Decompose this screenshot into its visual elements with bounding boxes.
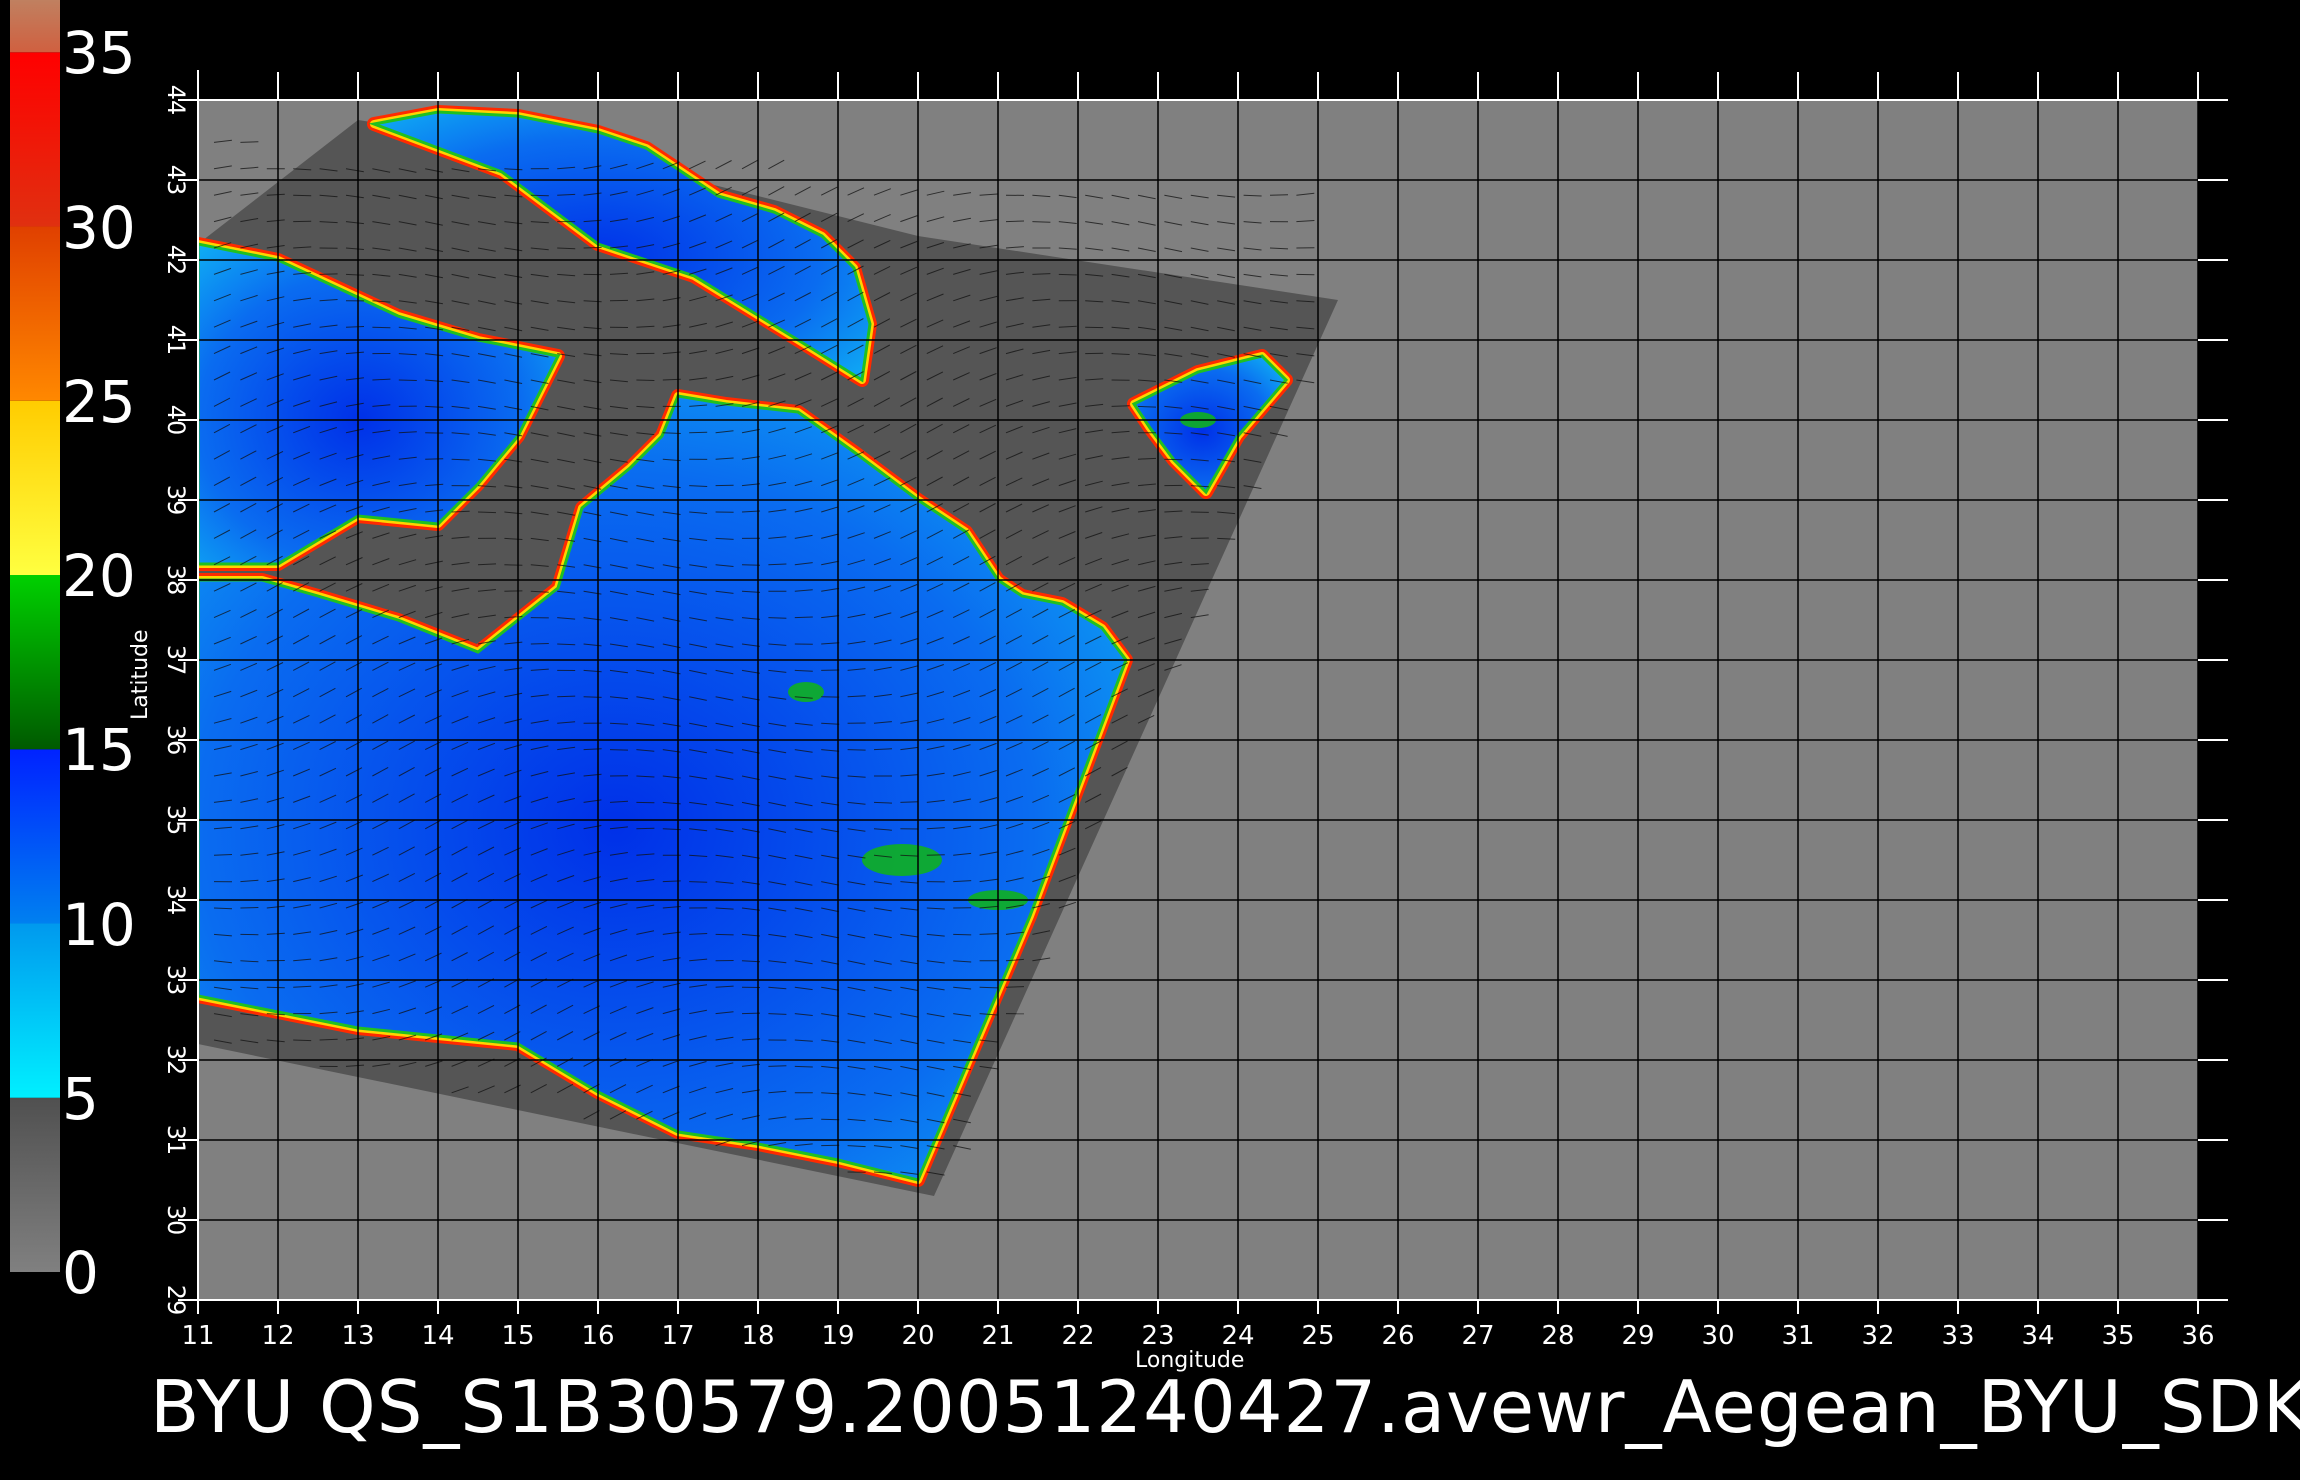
wind-vector (1111, 405, 1130, 407)
wind-vector (557, 695, 576, 698)
wind-vector (213, 854, 233, 856)
x-tick-label: 24 (1221, 1321, 1254, 1351)
y-tick-label: 39 (162, 485, 190, 516)
wind-vector (583, 696, 602, 698)
wind-vector (557, 247, 576, 250)
x-tick-label: 34 (2021, 1321, 2054, 1351)
high-wind-patch (788, 682, 824, 702)
wind-vector (636, 827, 655, 830)
x-tick-label: 14 (421, 1321, 454, 1351)
wind-map: 11 12 13 14 15 16 17 18 19 20 21 22 23 24 25 26 27 28 29 30… (162, 70, 2228, 1351)
wind-vector (372, 326, 391, 329)
wind-vector (530, 194, 549, 197)
wind-vector (873, 801, 893, 804)
wind-vector (1058, 273, 1077, 276)
wind-vector (293, 1039, 312, 1042)
wind-vector (1164, 458, 1183, 461)
wind-vector (768, 1065, 787, 1067)
x-tick-label: 28 (1541, 1321, 1574, 1351)
wind-vector (1005, 220, 1025, 223)
wind-vector (266, 986, 285, 989)
y-tick-label: 34 (162, 885, 190, 916)
y-tick-label: 31 (162, 1125, 190, 1156)
wind-vector (794, 616, 813, 619)
wind-vector (768, 617, 787, 619)
wind-vector (240, 141, 259, 143)
wind-vector (689, 431, 708, 434)
y-tick-label: 35 (162, 805, 190, 836)
x-tick-label: 16 (581, 1321, 614, 1351)
x-tick-label: 30 (1701, 1321, 1734, 1351)
x-tick-label: 15 (501, 1321, 534, 1351)
high-wind-patch (862, 844, 942, 876)
x-tick-label: 35 (2101, 1321, 2134, 1351)
y-tick-label: 43 (162, 165, 190, 196)
y-tick-label: 33 (162, 965, 190, 996)
x-tick-label: 22 (1061, 1321, 1094, 1351)
wind-vector (689, 881, 708, 883)
x-tick-label: 26 (1381, 1321, 1414, 1351)
y-axis-title: Latitude (128, 629, 153, 720)
wind-vector (953, 933, 972, 936)
y-tick-label: 38 (162, 565, 190, 596)
wind-vector (240, 907, 259, 909)
wind-vector (398, 379, 417, 381)
x-tick-label: 17 (661, 1321, 694, 1351)
x-tick-label: 12 (261, 1321, 294, 1351)
wind-vector (504, 564, 523, 566)
y-tick-label: 42 (162, 245, 190, 276)
x-tick-label: 23 (1141, 1321, 1174, 1351)
x-tick-label: 18 (741, 1321, 774, 1351)
wind-vector (1269, 194, 1289, 196)
x-tick-label: 21 (981, 1321, 1014, 1351)
wind-vector (319, 273, 338, 275)
x-tick-label: 32 (1861, 1321, 1894, 1351)
x-tick-label: 13 (341, 1321, 374, 1351)
wind-vector (847, 749, 866, 751)
wind-vector (1005, 986, 1025, 988)
wind-vector (425, 458, 444, 460)
y-tick-label: 40 (162, 405, 190, 436)
wind-vector (715, 933, 734, 936)
wind-vector (1137, 405, 1157, 408)
wind-vector (345, 326, 365, 328)
x-tick-label: 36 (2181, 1321, 2214, 1351)
wind-vector (293, 194, 312, 197)
x-tick-label: 31 (1781, 1321, 1814, 1351)
wind-vector (451, 510, 470, 513)
y-tick-label: 44 (162, 85, 190, 116)
wind-vector (636, 379, 655, 381)
wind-vector (583, 246, 602, 249)
x-tick-label: 29 (1621, 1321, 1654, 1351)
y-tick-label: 32 (162, 1045, 190, 1076)
y-tick-label: 36 (162, 725, 190, 756)
x-tick-label: 19 (821, 1321, 854, 1351)
x-tick-label: 11 (181, 1321, 214, 1351)
y-tick-label: 37 (162, 645, 190, 676)
x-tick-label: 33 (1941, 1321, 1974, 1351)
wind-vector (821, 1118, 840, 1121)
x-tick-label: 20 (901, 1321, 934, 1351)
y-tick-label: 30 (162, 1205, 190, 1236)
x-tick-label: 25 (1301, 1321, 1334, 1351)
wind-vector (900, 801, 919, 803)
y-tick-label: 41 (162, 325, 190, 356)
wind-vector (794, 1065, 813, 1068)
wind-vector (979, 986, 998, 989)
wind-vector (319, 1038, 338, 1041)
wind-vector (477, 511, 497, 514)
x-tick-label: 27 (1461, 1321, 1494, 1351)
wind-vector (530, 643, 549, 645)
wind-vector (1032, 221, 1051, 223)
wind-vector (609, 749, 629, 751)
footer-filename: BYU QS_S1B30579.20051240427.avewr_Aegean… (150, 1365, 2300, 1449)
